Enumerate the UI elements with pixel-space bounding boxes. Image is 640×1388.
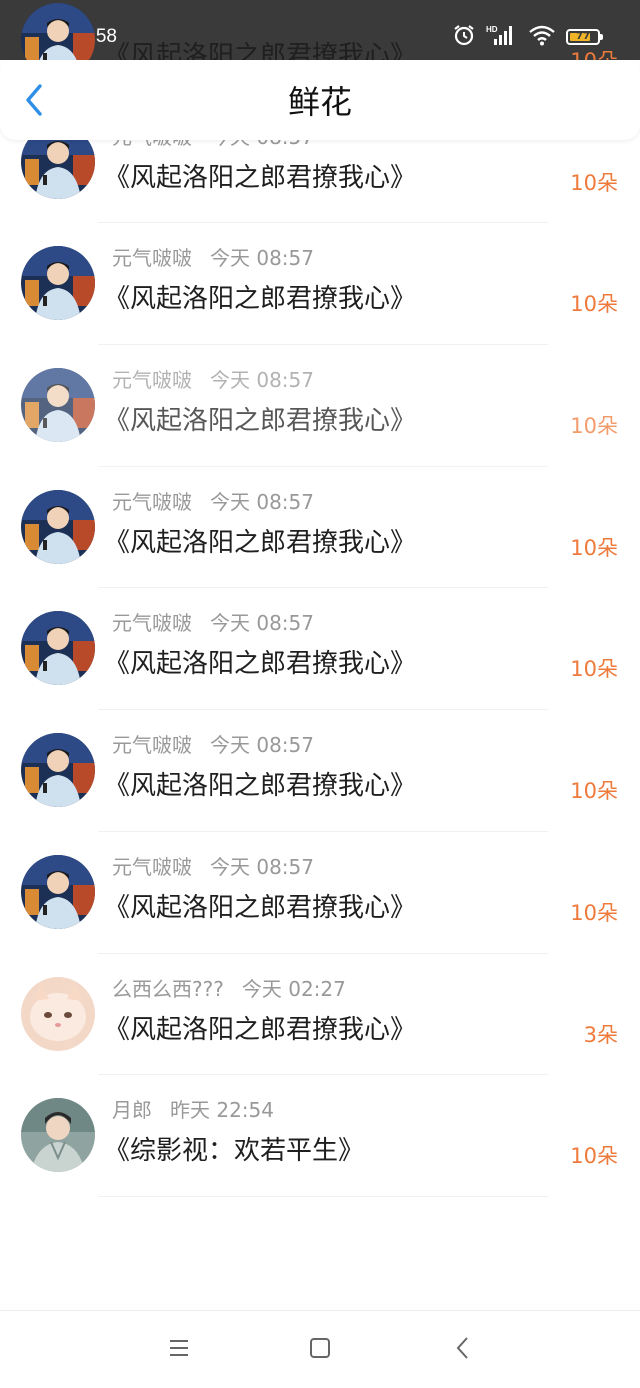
page-title: 鲜花	[287, 83, 352, 121]
item-meta: 元气啵啵今天 08:57	[112, 243, 314, 273]
book-title[interactable]: 《风起洛阳之郎君撩我心》	[104, 281, 416, 317]
user-name[interactable]: 元气啵啵	[112, 611, 192, 635]
gift-time: 今天 08:57	[210, 368, 314, 393]
back-triangle-icon	[456, 1337, 468, 1359]
list-item[interactable]: 元气啵啵今天 08:57 《风起洛阳之郎君撩我心》 10朵	[0, 467, 640, 589]
gift-time: 昨天 22:54	[170, 1098, 274, 1123]
system-nav-bar	[0, 1310, 640, 1388]
book-title[interactable]: 《风起洛阳之郎君撩我心》	[104, 160, 416, 196]
avatar-man-blue-shirt[interactable]	[21, 246, 95, 321]
flower-count: 10朵	[570, 414, 618, 439]
home-square-icon	[310, 1338, 330, 1358]
book-title[interactable]: 《风起洛阳之郎君撩我心》	[104, 646, 416, 682]
gift-time: 今天 08:57	[210, 854, 314, 879]
item-meta: 元气啵啵今天 08:57	[112, 487, 314, 517]
flower-count: 10朵	[570, 900, 618, 925]
flower-count: 10朵	[570, 1144, 618, 1169]
avatar-man-blue-shirt[interactable]	[21, 733, 95, 808]
gift-time: 今天 08:57	[210, 246, 314, 271]
user-name[interactable]: 元气啵啵	[112, 368, 192, 392]
menu-icon	[170, 1340, 188, 1356]
flower-count: 10朵	[570, 779, 618, 804]
user-name[interactable]: 么西么西???	[112, 977, 224, 1001]
list-item[interactable]: 元气啵啵今天 08:57 《风起洛阳之郎君撩我心》 10朵	[0, 345, 640, 467]
menu-button[interactable]	[164, 1333, 194, 1363]
user-name[interactable]: 月郎	[112, 1098, 152, 1122]
user-name[interactable]: 元气啵啵	[112, 855, 192, 879]
user-name[interactable]: 元气啵啵	[112, 490, 192, 514]
user-name[interactable]: 元气啵啵	[112, 246, 192, 270]
book-title[interactable]: 《风起洛阳之郎君撩我心》	[104, 403, 416, 439]
avatar-man-blue-shirt[interactable]	[21, 611, 95, 686]
avatar-man-costume[interactable]	[21, 1098, 95, 1173]
book-title[interactable]: 《风起洛阳之郎君撩我心》	[104, 1012, 416, 1048]
flower-count: 10朵	[570, 292, 618, 317]
book-title[interactable]: 《综影视：欢若平生》	[104, 1133, 364, 1169]
item-meta: 么西么西??? 今天 02:27	[112, 974, 346, 1004]
flower-list: 《风起洛阳之郎君撩我心》10朵元气啵啵今天 08:57《风起洛阳之郎君撩我心》1…	[0, 3, 640, 1197]
home-button[interactable]	[305, 1333, 335, 1363]
avatar-man-blue-shirt[interactable]	[21, 854, 95, 929]
flower-count: 10朵	[570, 657, 618, 682]
list-item[interactable]: 么西么西??? 今天 02:27 《风起洛阳之郎君撩我心》 3朵	[0, 954, 640, 1076]
item-meta: 元气啵啵今天 08:57	[112, 365, 314, 395]
gift-time: 今天 08:57	[210, 733, 314, 758]
item-meta: 元气啵啵今天 08:57	[112, 608, 314, 638]
list-item[interactable]: 元气啵啵今天 08:57 《风起洛阳之郎君撩我心》 10朵	[0, 832, 640, 954]
gift-time: 今天 08:57	[210, 611, 314, 636]
flower-count: 10朵	[570, 170, 618, 195]
gift-time: 今天 02:27	[241, 976, 346, 1001]
list-item[interactable]: 元气啵啵今天 08:57 《风起洛阳之郎君撩我心》 10朵	[0, 710, 640, 832]
gift-time: 今天 08:57	[210, 489, 314, 514]
item-meta: 元气啵啵今天 08:57	[112, 730, 314, 760]
book-title[interactable]: 《风起洛阳之郎君撩我心》	[104, 890, 416, 926]
item-meta: 元气啵啵今天 08:57	[112, 852, 314, 882]
list-item[interactable]: 月郎 昨天 22:54 《综影视：欢若平生》 10朵	[0, 1075, 640, 1197]
book-title[interactable]: 《风起洛阳之郎君撩我心》	[104, 768, 416, 804]
back-nav-button[interactable]	[448, 1333, 478, 1363]
list-item[interactable]: 元气啵啵今天 08:57 《风起洛阳之郎君撩我心》 10朵	[0, 223, 640, 346]
divider	[98, 1195, 548, 1197]
book-title[interactable]: 《风起洛阳之郎君撩我心》	[104, 525, 416, 561]
item-meta: 月郎 昨天 22:54	[112, 1095, 274, 1125]
header: 鲜花	[0, 60, 640, 140]
user-name[interactable]: 元气啵啵	[112, 733, 192, 757]
flower-count: 3朵	[583, 1022, 618, 1047]
list-item[interactable]: 元气啵啵今天 08:57 《风起洛阳之郎君撩我心》 10朵	[0, 588, 640, 711]
avatar-kitten[interactable]	[21, 976, 95, 1051]
avatar-man-blue-shirt[interactable]	[21, 489, 95, 564]
flower-count: 10朵	[570, 535, 618, 560]
avatar-man-blue-shirt[interactable]	[21, 368, 95, 443]
